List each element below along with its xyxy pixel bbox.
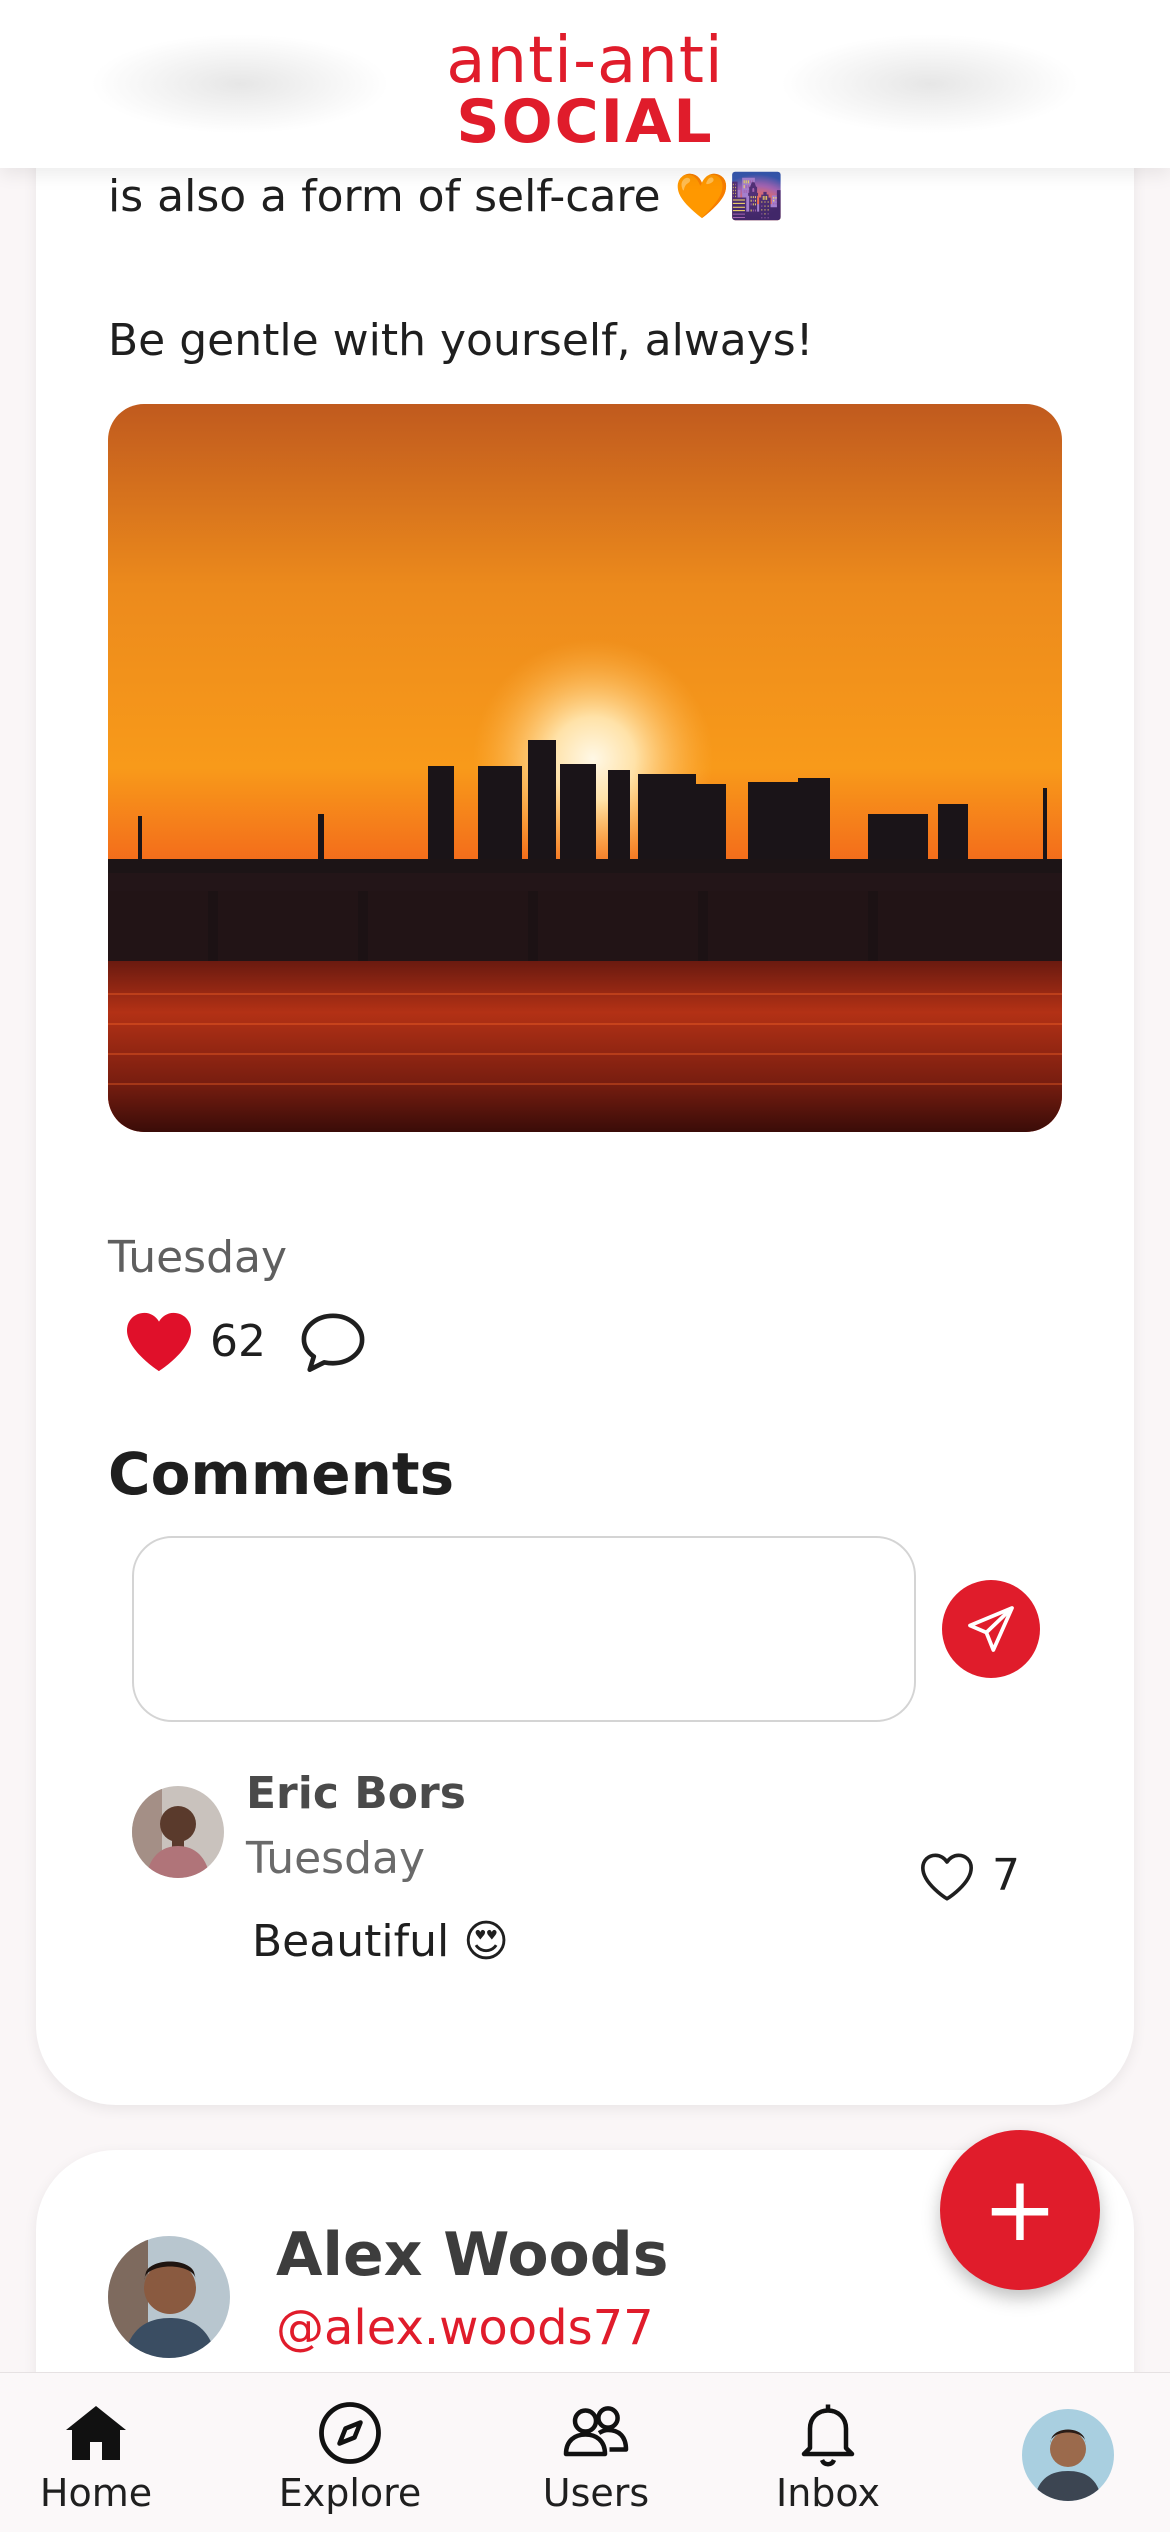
nav-inbox-label: Inbox bbox=[776, 2471, 880, 2515]
bell-icon bbox=[801, 2404, 855, 2467]
heart-outline-icon[interactable] bbox=[918, 1850, 976, 1904]
nav-profile-avatar[interactable] bbox=[1022, 2409, 1114, 2501]
comment-author-avatar[interactable] bbox=[132, 1786, 224, 1878]
sunset-skyline-image bbox=[108, 404, 1062, 1132]
comment-date: Tuesday bbox=[246, 1833, 426, 1884]
home-icon bbox=[66, 2406, 126, 2460]
app-header: anti-anti SOCIAL bbox=[0, 0, 1170, 168]
nav-home[interactable]: Home bbox=[0, 2373, 206, 2532]
next-post-avatar[interactable] bbox=[108, 2236, 230, 2358]
comment-bubble-icon[interactable] bbox=[298, 1310, 368, 1374]
next-post-author-name[interactable]: Alex Woods bbox=[276, 2220, 668, 2290]
app-screen: anti-anti SOCIAL is also a form of self-… bbox=[0, 0, 1170, 2532]
post-image[interactable] bbox=[108, 404, 1062, 1132]
comment-input[interactable] bbox=[132, 1536, 916, 1722]
avatar-photo bbox=[132, 1786, 224, 1878]
comment-author-name[interactable]: Eric Bors bbox=[246, 1768, 466, 1819]
next-post-author-handle[interactable]: @alex.woods77 bbox=[276, 2300, 654, 2356]
nav-users-label: Users bbox=[542, 2471, 650, 2515]
logo-line-2: SOCIAL bbox=[456, 87, 714, 157]
post-card: is also a form of self-care 🧡🌆 Be gentle… bbox=[36, 120, 1134, 2105]
avatar-photo bbox=[108, 2236, 230, 2358]
nav-explore[interactable]: Explore bbox=[240, 2373, 460, 2532]
logo-line-1: anti-anti bbox=[446, 24, 724, 98]
comment-text: Beautiful 😍 bbox=[252, 1916, 510, 1967]
heart-filled-icon[interactable] bbox=[124, 1310, 194, 1374]
send-comment-button[interactable] bbox=[942, 1580, 1040, 1678]
nav-users[interactable]: Users bbox=[486, 2373, 706, 2532]
bottom-navigation: Home Explore Users Inbox bbox=[0, 2372, 1170, 2532]
compass-icon bbox=[319, 2402, 381, 2464]
post-text-line: is also a form of self-care 🧡🌆 bbox=[108, 171, 785, 222]
users-icon bbox=[563, 2406, 629, 2457]
comment-like-count: 7 bbox=[992, 1850, 1020, 1901]
nav-home-label: Home bbox=[39, 2471, 153, 2515]
create-post-button[interactable]: + bbox=[940, 2130, 1100, 2290]
nav-explore-label: Explore bbox=[278, 2471, 422, 2515]
send-icon bbox=[968, 1606, 1014, 1652]
post-text-line: Be gentle with yourself, always! bbox=[108, 315, 814, 366]
avatar-photo bbox=[1022, 2409, 1114, 2501]
post-date: Tuesday bbox=[108, 1232, 288, 1283]
nav-inbox[interactable]: Inbox bbox=[718, 2373, 938, 2532]
comments-heading: Comments bbox=[108, 1440, 455, 1508]
like-count: 62 bbox=[210, 1316, 266, 1367]
